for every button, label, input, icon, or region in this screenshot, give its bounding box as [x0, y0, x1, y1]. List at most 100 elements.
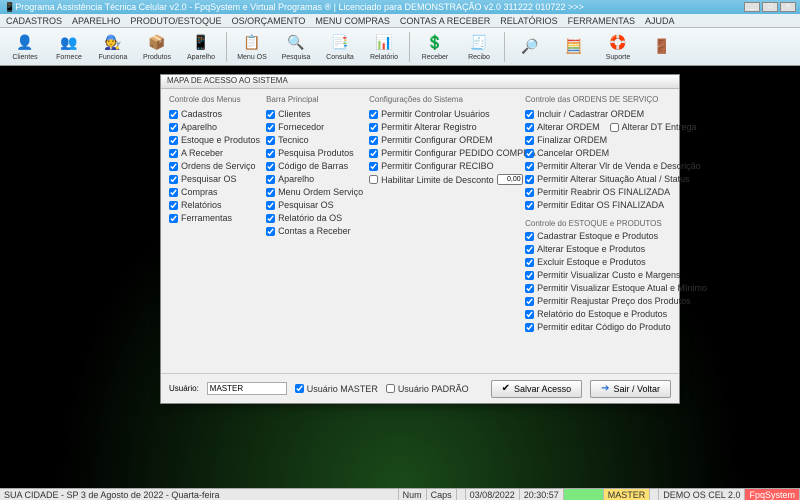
back-button[interactable]: ➔Sair / Voltar: [590, 380, 671, 398]
toolbar-btn11[interactable]: 🔎: [509, 30, 551, 64]
menu-ctrl-checkbox[interactable]: Aparelho: [169, 122, 260, 132]
menu-ctrl-checkbox[interactable]: Relatórios: [169, 200, 260, 210]
ordem-checkbox[interactable]: Cancelar ORDEM: [525, 148, 707, 158]
statusbar: SUA CIDADE - SP 3 de Agosto de 2022 - Qu…: [0, 488, 800, 500]
toolbar-btn12[interactable]: 🧮: [553, 30, 595, 64]
main-toolbar: 👤Clientes👥Fornece🧑‍🔧Funciona📦Produtos📱Ap…: [0, 28, 800, 66]
menu-ctrl-checkbox[interactable]: Estoque e Produtos: [169, 135, 260, 145]
col3-head: Configurações do Sistema: [369, 95, 519, 104]
dialog-title: MAPA DE ACESSO AO SISTEMA: [161, 75, 679, 89]
estoque-checkbox[interactable]: Cadastrar Estoque e Produtos: [525, 231, 707, 241]
menu-menu compras[interactable]: MENU COMPRAS: [315, 16, 390, 26]
menu-ctrl-checkbox[interactable]: Compras: [169, 187, 260, 197]
menu-os/orçamento[interactable]: OS/ORÇAMENTO: [232, 16, 306, 26]
menu-ferramentas[interactable]: FERRAMENTAS: [568, 16, 635, 26]
toolbar-produtos[interactable]: 📦Produtos: [136, 30, 178, 64]
close-button[interactable]: ×: [780, 2, 796, 12]
toolbar-icon: 💲: [425, 33, 445, 53]
ordem-checkbox[interactable]: Incluir / Cadastrar ORDEM: [525, 109, 707, 119]
toolbar-receber[interactable]: 💲Receber: [414, 30, 456, 64]
user-input[interactable]: [207, 382, 287, 395]
toolbar-pesquisa[interactable]: 🔍Pesquisa: [275, 30, 317, 64]
estoque-checkbox[interactable]: Permitir Visualizar Custo e Margens: [525, 270, 707, 280]
limit-row[interactable]: Habilitar Limite de Desconto%: [369, 174, 519, 185]
toolbar-icon: 📊: [374, 33, 394, 53]
status-green: [564, 489, 604, 500]
status-caps: Caps: [427, 489, 457, 500]
minimize-button[interactable]: _: [744, 2, 760, 12]
toolbar-btn14[interactable]: 🚪: [641, 30, 683, 64]
menu-contas a receber[interactable]: CONTAS A RECEBER: [400, 16, 490, 26]
limit-input[interactable]: [497, 174, 523, 185]
menu-aparelho[interactable]: APARELHO: [72, 16, 120, 26]
col4a-head: Controle das ORDENS DE SERVIÇO: [525, 95, 707, 104]
toolbar-fornece[interactable]: 👥Fornece: [48, 30, 90, 64]
status-brand: FpqSystem: [745, 489, 800, 500]
ordem-checkbox[interactable]: Permitir Alterar Situação Atual / Status: [525, 174, 707, 184]
menu-ajuda[interactable]: AJUDA: [645, 16, 675, 26]
toolbar-icon: 📦: [147, 33, 167, 53]
dt-entrega-checkbox[interactable]: Alterar DT Entrega: [610, 122, 697, 132]
toolbar-icon: 🧾: [469, 33, 489, 53]
menu-ctrl-checkbox[interactable]: Cadastros: [169, 109, 260, 119]
toolbar-relatório[interactable]: 📊Relatório: [363, 30, 405, 64]
menu-ctrl-checkbox[interactable]: Ferramentas: [169, 213, 260, 223]
toolbar-menu os[interactable]: 📋Menu OS: [231, 30, 273, 64]
barra-checkbox[interactable]: Pesquisar OS: [266, 200, 363, 210]
ordem-checkbox[interactable]: Permitir Reabrir OS FINALIZADA: [525, 187, 707, 197]
menu-ctrl-checkbox[interactable]: Ordens de Serviço: [169, 161, 260, 171]
menubar: CADASTROS APARELHO PRODUTO/ESTOQUE OS/ORÇAM…: [0, 14, 800, 28]
config-checkbox[interactable]: Permitir Configurar RECIBO: [369, 161, 519, 171]
estoque-checkbox[interactable]: Permitir editar Código do Produto: [525, 322, 707, 332]
barra-checkbox[interactable]: Aparelho: [266, 174, 363, 184]
padrao-checkbox[interactable]: Usuário PADRÃO: [386, 384, 469, 394]
menu-ctrl-checkbox[interactable]: A Receber: [169, 148, 260, 158]
barra-checkbox[interactable]: Pesquisa Produtos: [266, 148, 363, 158]
config-checkbox[interactable]: Permitir Controlar Usuários: [369, 109, 519, 119]
menu-cadastros[interactable]: CADASTROS: [6, 16, 62, 26]
toolbar-icon: 🛟: [608, 33, 628, 53]
estoque-checkbox[interactable]: Permitir Visualizar Estoque Atual e Míni…: [525, 283, 707, 293]
toolbar-recibo[interactable]: 🧾Recibo: [458, 30, 500, 64]
maximize-button[interactable]: □: [762, 2, 778, 12]
toolbar-consulta[interactable]: 📑Consulta: [319, 30, 361, 64]
barra-checkbox[interactable]: Clientes: [266, 109, 363, 119]
ordem-checkbox[interactable]: Permitir Editar OS FINALIZADA: [525, 200, 707, 210]
estoque-checkbox[interactable]: Alterar Estoque e Produtos: [525, 244, 707, 254]
toolbar-suporte[interactable]: 🛟Suporte: [597, 30, 639, 64]
menu-relatórios[interactable]: RELATÓRIOS: [500, 16, 557, 26]
barra-checkbox[interactable]: Relatório da OS: [266, 213, 363, 223]
col4b-head: Controle do ESTOQUE e PRODUTOS: [525, 219, 707, 228]
toolbar-icon: 🧮: [564, 36, 584, 56]
config-checkbox[interactable]: Permitir Configurar ORDEM: [369, 135, 519, 145]
toolbar-aparelho[interactable]: 📱Aparelho: [180, 30, 222, 64]
window-title: Programa Assistência Técnica Celular v2.…: [15, 2, 584, 12]
barra-checkbox[interactable]: Código de Barras: [266, 161, 363, 171]
toolbar-icon: 👥: [59, 33, 79, 53]
toolbar-funciona[interactable]: 🧑‍🔧Funciona: [92, 30, 134, 64]
save-button[interactable]: ✔Salvar Acesso: [491, 380, 582, 398]
toolbar-icon: 📋: [242, 33, 262, 53]
config-checkbox[interactable]: Permitir Alterar Registro: [369, 122, 519, 132]
barra-checkbox[interactable]: Fornecedor: [266, 122, 363, 132]
status-master: MASTER: [604, 489, 651, 500]
barra-checkbox[interactable]: Contas a Receber: [266, 226, 363, 236]
menu-produto/estoque[interactable]: PRODUTO/ESTOQUE: [130, 16, 221, 26]
estoque-checkbox[interactable]: Excluir Estoque e Produtos: [525, 257, 707, 267]
master-checkbox[interactable]: Usuário MASTER: [295, 384, 378, 394]
toolbar-icon: 👤: [15, 33, 35, 53]
estoque-checkbox[interactable]: Permitir Reajustar Preço dos Produtos: [525, 296, 707, 306]
ordem-checkbox[interactable]: Permitir Alterar Vlr de Venda e Descriçã…: [525, 161, 707, 171]
menu-ctrl-checkbox[interactable]: Pesquisar OS: [169, 174, 260, 184]
col1-head: Controle dos Menus: [169, 95, 260, 104]
config-checkbox[interactable]: Permitir Configurar PEDIDO COMPRA: [369, 148, 519, 158]
barra-checkbox[interactable]: Tecnico: [266, 135, 363, 145]
ordem-checkbox[interactable]: Finalizar ORDEM: [525, 135, 707, 145]
ordem-checkbox[interactable]: Alterar ORDEM: [525, 122, 600, 132]
barra-checkbox[interactable]: Menu Ordem Serviço: [266, 187, 363, 197]
estoque-checkbox[interactable]: Relatório do Estoque e Produtos: [525, 309, 707, 319]
toolbar-clientes[interactable]: 👤Clientes: [4, 30, 46, 64]
toolbar-icon: 🔍: [286, 33, 306, 53]
access-map-dialog: MAPA DE ACESSO AO SISTEMA Controle dos M…: [160, 74, 680, 404]
toolbar-icon: 📑: [330, 33, 350, 53]
